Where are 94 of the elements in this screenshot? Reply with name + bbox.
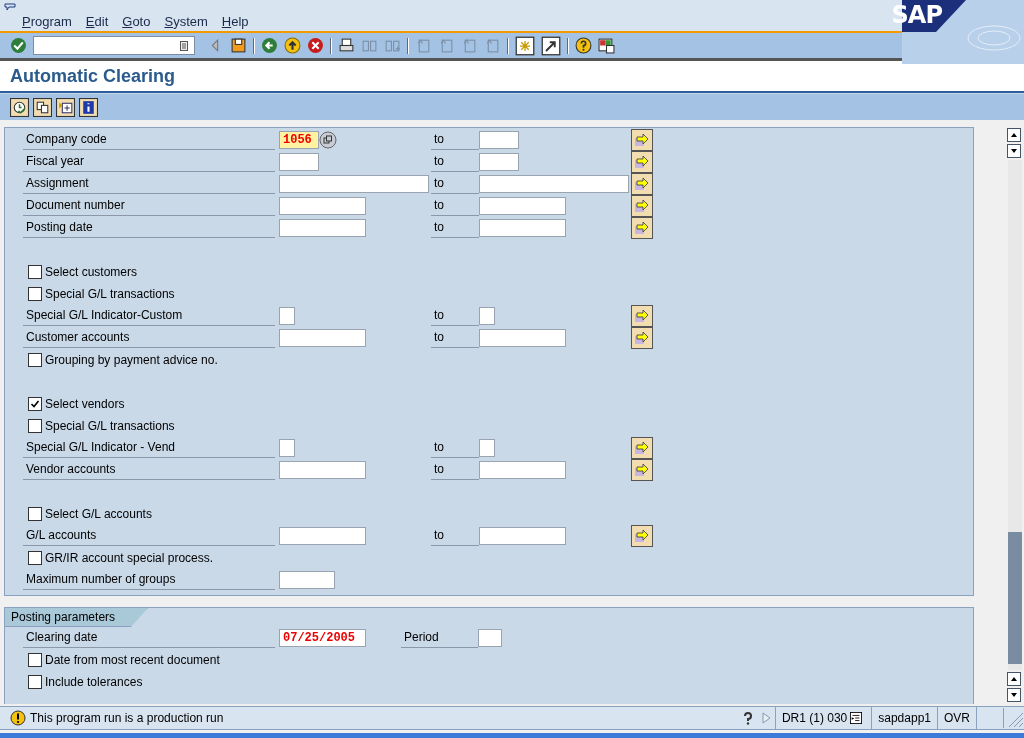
checkbox-label: Select customers — [45, 265, 138, 279]
field-label: Vendor accounts — [23, 460, 275, 480]
input-field[interactable] — [479, 329, 566, 347]
list-icon[interactable] — [180, 40, 188, 51]
input-field[interactable] — [279, 197, 366, 215]
save-icon[interactable] — [230, 37, 247, 54]
command-field[interactable] — [33, 36, 195, 55]
shortcut-icon[interactable] — [541, 35, 561, 56]
checkbox[interactable] — [28, 265, 42, 279]
input-field[interactable] — [479, 439, 495, 457]
input-field[interactable] — [279, 527, 366, 545]
input-field[interactable] — [279, 571, 335, 589]
input-field[interactable] — [279, 439, 295, 457]
input-field[interactable] — [479, 197, 566, 215]
server-name: sapdapp1 — [871, 707, 937, 729]
back-icon[interactable] — [261, 37, 278, 54]
checkbox[interactable] — [28, 419, 42, 433]
checkbox[interactable] — [28, 551, 42, 565]
copy-icon[interactable] — [33, 97, 52, 117]
checkbox[interactable] — [28, 287, 42, 301]
checkbox-label: Date from most recent document — [45, 653, 220, 667]
checkbox-label: Special G/L transactions — [45, 287, 175, 301]
status-message: This program run is a production run — [30, 711, 224, 725]
expand-icon[interactable] — [56, 97, 75, 117]
input-field[interactable] — [479, 307, 495, 325]
input-mode: OVR — [937, 707, 976, 729]
scroll-down-icon[interactable] — [1007, 688, 1021, 702]
menu-item[interactable]: Help — [221, 14, 249, 29]
help-icon[interactable] — [741, 711, 754, 725]
input-field[interactable] — [479, 461, 566, 479]
checkbox[interactable] — [28, 397, 42, 411]
field-label: G/L accounts — [23, 526, 275, 546]
field-label: Posting date — [23, 218, 275, 238]
date-field[interactable]: 07/25/2005 — [279, 629, 366, 647]
scroll-up-icon[interactable] — [1007, 672, 1021, 686]
field-label: Maximum number of groups — [23, 570, 275, 590]
field-label: Fiscal year — [23, 152, 275, 172]
input-field[interactable] — [279, 153, 319, 171]
input-field[interactable] — [279, 461, 366, 479]
resize-grip-icon[interactable] — [1003, 708, 1024, 728]
input-field[interactable] — [478, 629, 502, 647]
input-field[interactable] — [279, 307, 295, 325]
checkbox[interactable] — [28, 507, 42, 521]
cancel-icon[interactable] — [307, 37, 324, 54]
field-label: Special G/L Indicator-Custom — [23, 306, 275, 326]
input-field[interactable] — [279, 219, 366, 237]
field-label: Assignment — [23, 174, 275, 194]
window-menu-icon[interactable] — [4, 3, 16, 13]
scrollbar-thumb[interactable] — [1008, 532, 1022, 664]
checkbox[interactable] — [28, 653, 42, 667]
checkbox-label: Special G/L transactions — [45, 419, 175, 433]
checkbox-label: GR/IR account special process. — [45, 551, 214, 565]
field-label: Document number — [23, 196, 275, 216]
menu-item[interactable]: Goto — [122, 14, 151, 29]
page-icon — [438, 37, 455, 54]
screen-title: Automatic Clearing — [10, 65, 176, 87]
input-field[interactable] — [279, 175, 429, 193]
warning-icon — [10, 710, 26, 726]
enter-icon[interactable] — [10, 37, 27, 54]
input-field[interactable] — [279, 329, 366, 347]
page-icon — [415, 37, 432, 54]
search-help-icon[interactable] — [319, 131, 337, 149]
system-info: DR1 (1) 030 — [781, 710, 848, 727]
checkbox-label: Grouping by payment advice no. — [45, 353, 218, 367]
field-label: Customer accounts — [23, 328, 275, 348]
scroll-up-icon[interactable] — [1007, 128, 1021, 142]
layout-icon[interactable] — [598, 37, 615, 54]
exit-icon[interactable] — [284, 37, 301, 54]
list-icon[interactable] — [850, 711, 863, 725]
checkbox[interactable] — [28, 675, 42, 689]
menu-item[interactable]: System — [164, 14, 208, 29]
input-field[interactable] — [479, 153, 519, 171]
help-icon[interactable] — [575, 37, 592, 54]
page-icon — [484, 37, 501, 54]
input-field[interactable] — [479, 527, 566, 545]
input-field[interactable] — [479, 175, 629, 193]
input-field[interactable] — [479, 131, 519, 149]
new-session-icon[interactable] — [515, 35, 535, 56]
execute-icon[interactable] — [10, 97, 29, 117]
menu-item[interactable]: Edit — [85, 14, 109, 29]
checkbox[interactable] — [28, 353, 42, 367]
field-label: Special G/L Indicator - Vend — [23, 438, 275, 458]
input-field[interactable]: 1056 — [279, 131, 319, 149]
checkbox-label: Select G/L accounts — [45, 507, 152, 521]
page-icon — [461, 37, 478, 54]
field-label: Company code — [23, 130, 275, 150]
checkbox-label: Select vendors — [45, 397, 125, 411]
scroll-down-icon[interactable] — [1007, 144, 1021, 158]
print-icon[interactable] — [338, 37, 355, 54]
checkbox-label: Include tolerances — [45, 675, 143, 689]
menu-item[interactable]: Program — [22, 14, 72, 29]
input-field[interactable] — [479, 219, 566, 237]
info-icon[interactable] — [79, 97, 98, 117]
field-label: Clearing date — [23, 628, 275, 648]
